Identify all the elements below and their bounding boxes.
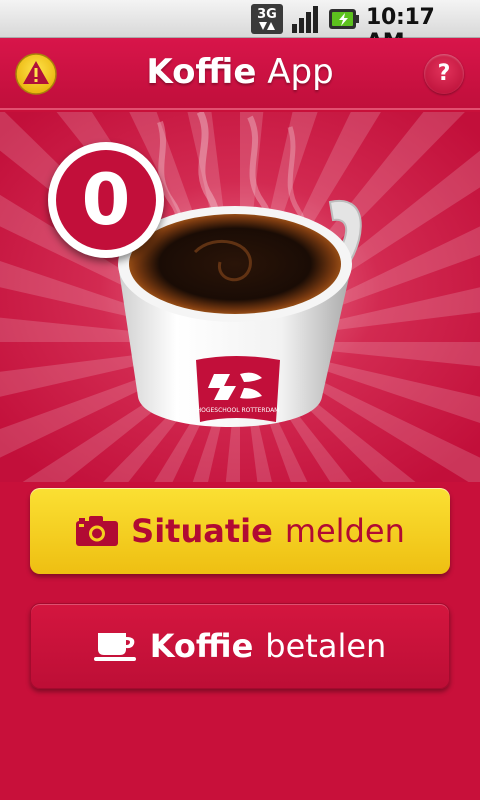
network-3g-icon: 3G [251,4,283,34]
battery-icon [329,9,359,29]
coffee-counter-badge: 0 [48,142,164,258]
svg-text:3G: 3G [257,7,277,22]
svg-text:HOGESCHOOL ROTTERDAM: HOGESCHOOL ROTTERDAM [197,407,280,414]
report-label: melden [284,512,405,550]
hogeschool-logo: HOGESCHOOL ROTTERDAM [196,356,280,422]
title-light: App [267,52,334,92]
report-label-bold: Situatie [131,512,273,550]
hero-area: HOGESCHOOL ROTTERDAM 0 [0,112,480,482]
page-title: Koffie App [0,52,480,92]
signal-strength-icon [292,6,318,33]
pay-coffee-button[interactable]: Koffie betalen [30,603,450,689]
pay-label-bold: Koffie [149,627,254,665]
pay-label: betalen [265,627,387,665]
status-bar: 3G 10:17 AM [0,0,480,55]
coffee-cup-icon [93,633,136,661]
coffee-counter: 0 [56,150,156,250]
title-bold: Koffie [146,52,257,92]
report-situation-button[interactable]: Situatie melden [30,488,450,574]
app-header: Koffie App ? [0,38,480,110]
camera-icon [76,516,119,546]
help-button[interactable]: ? [424,54,464,94]
